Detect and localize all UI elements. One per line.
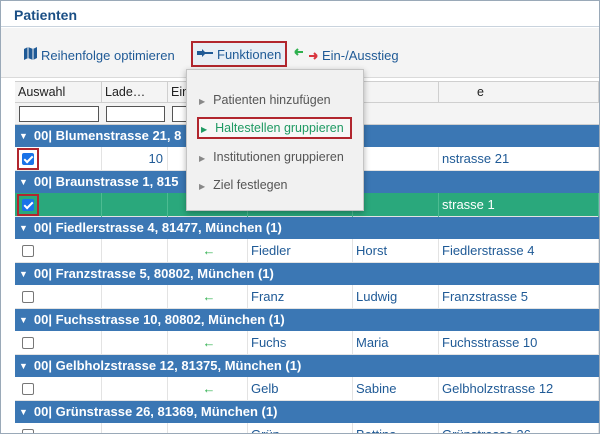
collapse-triangle-icon[interactable]: ▼ — [19, 309, 28, 331]
group-label: 00| Gelbholzstrasse 12, 81375, München (… — [33, 358, 302, 373]
group-header[interactable]: ▼ 00| Fiedlerstrasse 4, 81477, München (1… — [15, 217, 599, 239]
row-select-checkbox[interactable] — [22, 429, 34, 433]
table-row[interactable]: ← Fiedler Horst Fiedlerstrasse 4 — [15, 239, 599, 263]
ein-cell: ← — [168, 331, 248, 355]
menu-item-ziel-festlegen[interactable]: ▶ Ziel festlegen — [197, 174, 288, 196]
funktionen-button[interactable]: Funktionen — [191, 41, 288, 67]
lade-cell: 10 — [102, 147, 168, 171]
street-cell: Grünstrasse 26 — [439, 423, 599, 433]
collapse-triangle-icon[interactable]: ▼ — [19, 217, 28, 239]
name-cell: Franz — [248, 285, 353, 309]
vorname-cell: Ludwig — [353, 285, 439, 309]
group-label: 00| Fuchsstrasse 10, 80802, München (1) — [33, 312, 285, 327]
ein-ausstieg-button[interactable]: Ein-/Ausstieg — [294, 42, 399, 68]
name-cell: Gelb — [248, 377, 353, 401]
group-label: 00| Braunstrasse 1, 815 — [33, 174, 179, 189]
checkbox-highlight-outline — [17, 194, 39, 216]
filter-auswahl-input[interactable] — [19, 106, 99, 122]
funktionen-label: Funktionen — [217, 46, 282, 62]
ein-cell: ← — [168, 423, 248, 433]
patienten-window: Patienten Reihenfolge optimieren Funktio… — [0, 0, 600, 434]
collapse-triangle-icon[interactable]: ▼ — [19, 401, 28, 423]
map-icon — [24, 47, 37, 63]
reihenfolge-label: Reihenfolge optimieren — [41, 47, 175, 63]
group-label: 00| Blumenstrasse 21, 8 — [33, 128, 182, 143]
lade-cell — [102, 331, 168, 355]
vorname-cell: Sabine — [353, 377, 439, 401]
group-header[interactable]: ▼ 00| Grünstrasse 26, 81369, München (1) — [15, 401, 599, 423]
filter-lade-input[interactable] — [106, 106, 165, 122]
group-header[interactable]: ▼ 00| Gelbholzstrasse 12, 81375, München … — [15, 355, 599, 377]
table-row[interactable]: ← Fuchs Maria Fuchsstrasse 10 — [15, 331, 599, 355]
vorname-cell: Maria — [353, 331, 439, 355]
window-title: Patienten — [14, 7, 78, 23]
auswahl-cell — [15, 331, 102, 355]
table-row[interactable]: ←GrünBettinaGrünstrasse 26 — [15, 423, 599, 433]
menu-item-institutionen-gruppieren[interactable]: ▶ Institutionen gruppieren — [197, 146, 344, 168]
collapse-triangle-icon[interactable]: ▼ — [19, 263, 28, 285]
ein-cell: ← — [168, 285, 248, 309]
ein-cell: ← — [168, 377, 248, 401]
col-header-lade[interactable]: Lade… — [102, 82, 168, 102]
table-row[interactable]: ← Franz Ludwig Franzstrasse 5 — [15, 285, 599, 309]
wrench-icon — [197, 47, 213, 62]
street-cell: Gelbholzstrasse 12 — [439, 377, 599, 401]
lade-cell — [102, 193, 168, 217]
menu-item-haltestellen-gruppieren[interactable]: ▶ Haltestellen gruppieren — [197, 117, 352, 139]
name-cell: Fiedler — [248, 239, 353, 263]
reihenfolge-optimieren-button[interactable]: Reihenfolge optimieren — [24, 42, 175, 68]
collapse-triangle-icon[interactable]: ▼ — [19, 125, 28, 147]
auswahl-cell — [15, 193, 102, 217]
row-select-checkbox[interactable] — [22, 337, 34, 349]
col-header-vorname[interactable] — [353, 82, 439, 102]
group-label: 00| Grünstrasse 26, 81369, München (1) — [33, 404, 278, 419]
name-cell: Grün — [248, 423, 353, 433]
col-header-auswahl[interactable]: Auswahl — [15, 82, 102, 102]
auswahl-cell — [15, 147, 102, 171]
vorname-cell: Bettina — [353, 423, 439, 433]
einaus-label: Ein-/Ausstieg — [322, 47, 399, 63]
title-bar: Patienten — [1, 1, 599, 27]
auswahl-cell — [15, 285, 102, 309]
group-label: 00| Franzstrasse 5, 80802, München (1) — [33, 266, 274, 281]
vorname-cell: Horst — [353, 239, 439, 263]
vorname-cell — [353, 147, 439, 171]
row-select-checkbox[interactable] — [22, 383, 34, 395]
auswahl-cell — [15, 423, 102, 433]
row-select-checkbox[interactable] — [22, 291, 34, 303]
lade-cell — [102, 423, 168, 433]
street-cell: Fuchsstrasse 10 — [439, 331, 599, 355]
auswahl-cell — [15, 239, 102, 263]
group-header[interactable]: ▼ 00| Fuchsstrasse 10, 80802, München (1) — [15, 309, 599, 331]
auswahl-cell — [15, 377, 102, 401]
lade-cell — [102, 377, 168, 401]
ein-cell: ← — [168, 239, 248, 263]
street-cell: Fiedlerstrasse 4 — [439, 239, 599, 263]
collapse-triangle-icon[interactable]: ▼ — [19, 355, 28, 377]
name-cell: Fuchs — [248, 331, 353, 355]
row-select-checkbox[interactable] — [22, 245, 34, 257]
collapse-triangle-icon[interactable]: ▼ — [19, 171, 28, 193]
menu-item-patienten-hinzufuegen[interactable]: ▶ Patienten hinzufügen — [197, 89, 331, 111]
funktionen-dropdown-menu: ▶ Patienten hinzufügen ▶ Haltestellen grup… — [186, 69, 364, 211]
street-cell: Franzstrasse 5 — [439, 285, 599, 309]
lade-cell — [102, 239, 168, 263]
col-header-strasse[interactable]: e — [439, 82, 599, 102]
street-cell: strasse 1 — [439, 193, 599, 217]
lade-cell — [102, 285, 168, 309]
table-row[interactable]: ← Gelb Sabine Gelbholzstrasse 12 — [15, 377, 599, 401]
group-label: 00| Fiedlerstrasse 4, 81477, München (1) — [33, 220, 282, 235]
vorname-cell — [353, 193, 439, 217]
group-header[interactable]: ▼ 00| Franzstrasse 5, 80802, München (1) — [15, 263, 599, 285]
street-cell: nstrasse 21 — [439, 147, 599, 171]
checkbox-highlight-outline — [17, 148, 39, 170]
swap-arrows-icon — [294, 47, 318, 63]
